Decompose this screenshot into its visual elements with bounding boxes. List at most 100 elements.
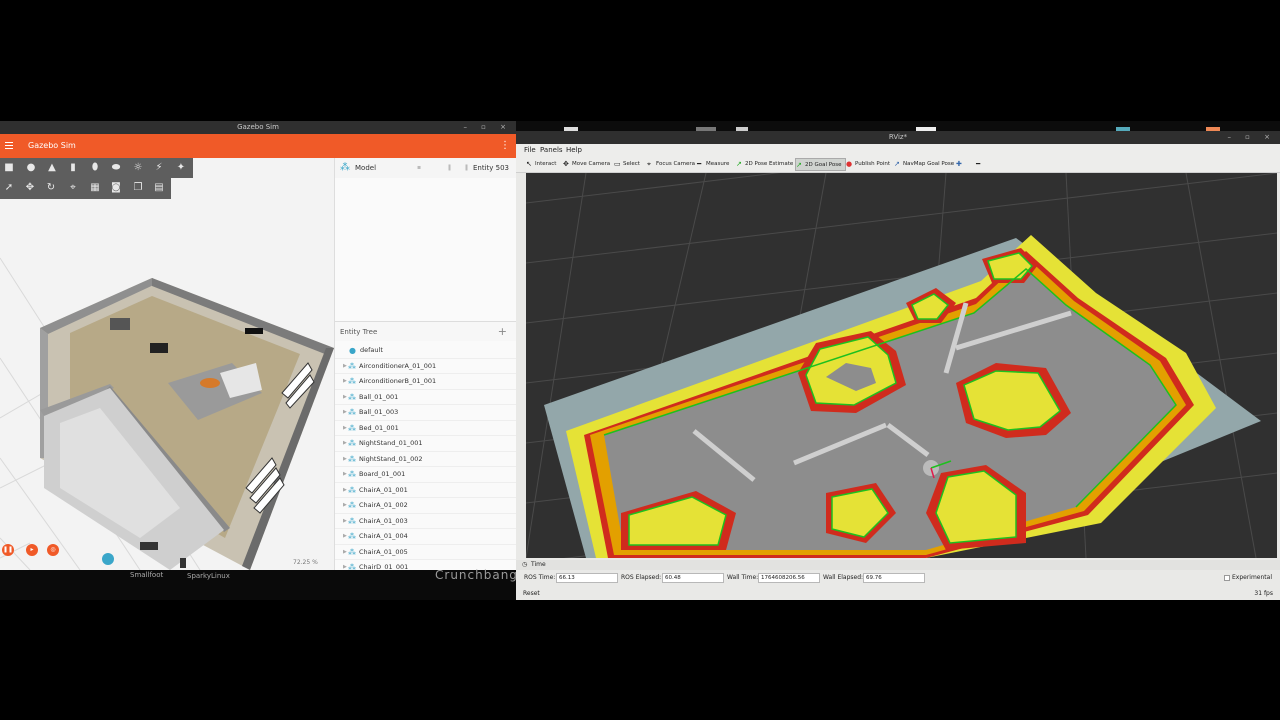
entity-tree-title: Entity Tree <box>340 328 378 336</box>
entity-tree: ● default ▶ ⁂ AirconditionerA_01_001 ▶ ⁂ Airc… <box>335 343 516 570</box>
tree-item[interactable]: ▶ ⁂ ChairA_01_005 <box>335 545 516 560</box>
translate-icon[interactable]: ✥ <box>24 182 36 194</box>
model-icon: ⁂ <box>340 162 350 173</box>
window-controls[interactable]: – ▫ × <box>463 121 512 134</box>
window-controls[interactable]: – ▫ × <box>1227 131 1276 144</box>
copy-icon[interactable]: ❐ <box>132 182 144 194</box>
publish-point-icon: ● <box>846 160 853 168</box>
experimental-toggle[interactable]: Experimental <box>1223 571 1272 585</box>
interact-icon: ↖ <box>526 160 532 168</box>
grid-icon[interactable]: ▦ <box>89 182 101 194</box>
desktop-label-left: Smallfoot <box>130 571 164 579</box>
rviz-toolbar: ↖ Interact ✥ Move Camera ▭ Select ⌖ Focus Ca… <box>516 156 1280 173</box>
screenshot-icon[interactable]: ◙ <box>110 182 122 194</box>
wall-time-field[interactable]: 1764608206.56 <box>758 573 820 583</box>
minus-icon: ━ <box>976 160 981 168</box>
model-icon: ⁂ <box>348 439 356 448</box>
experimental-checkbox[interactable] <box>1223 574 1230 581</box>
time-panel-fields: ROS Time: 66.13 ROS Elapsed: 60.48 Wall … <box>516 571 1280 585</box>
move-camera-icon: ✥ <box>563 160 569 168</box>
rviz-3d-view[interactable] <box>526 173 1277 558</box>
tree-item[interactable]: ▶ ⁂ AirconditionerB_01_001 <box>335 374 516 390</box>
tool-measure[interactable]: ━ Measure <box>697 158 729 171</box>
cylinder-icon[interactable]: ▮ <box>67 162 79 174</box>
zoom-level: 72.25 % <box>293 559 318 566</box>
tool-2d-goal-pose[interactable]: ↗ 2D Goal Pose <box>795 158 846 171</box>
box-icon[interactable]: ■ <box>3 162 15 174</box>
menu-help[interactable]: Help <box>566 144 582 156</box>
measure-icon: ━ <box>697 160 702 168</box>
tree-item[interactable]: ▶ ⁂ ChairA_01_004 <box>335 529 516 545</box>
model-icon: ⁂ <box>348 408 356 417</box>
tool-select[interactable]: ▭ Select <box>614 158 640 171</box>
paste-icon[interactable]: ▤ <box>153 182 165 194</box>
tree-item[interactable]: ▶ ⁂ AirconditionerA_01_001 <box>335 359 516 374</box>
rotate-icon[interactable]: ↻ <box>45 182 57 194</box>
model-icon: ⁂ <box>348 516 356 526</box>
play-options-button[interactable]: ◎ <box>47 544 59 556</box>
add-tool-button[interactable]: ✚ <box>956 158 965 171</box>
tree-item[interactable]: ▶ ⁂ ChairA_01_002 <box>335 498 516 514</box>
experimental-label: Experimental <box>1231 574 1272 581</box>
spotlight-icon[interactable]: ⚡ <box>153 162 165 174</box>
pointlight-icon[interactable]: ✦ <box>175 162 187 174</box>
model-icon: ⁂ <box>348 485 356 495</box>
tool-2d-pose-estimate[interactable]: ↗ 2D Pose Estimate <box>736 158 793 171</box>
tool-move-camera[interactable]: ✥ Move Camera <box>563 158 610 171</box>
tree-item[interactable]: ▶ ⁂ NightStand_01_002 <box>335 452 516 467</box>
tree-item-default[interactable]: ● default <box>335 343 516 359</box>
model-icon: ⁂ <box>348 532 356 541</box>
scene-render <box>0 158 334 570</box>
entity-id: Entity 503 <box>472 164 509 172</box>
ros-time-field[interactable]: 66.13 <box>556 573 618 583</box>
ros-time-label: ROS Time: <box>524 574 556 581</box>
hamburger-menu-icon[interactable] <box>5 142 13 149</box>
tool-interact[interactable]: ↖ Interact <box>526 158 556 171</box>
tool-focus-camera[interactable]: ⌖ Focus Camera <box>647 158 695 171</box>
model-label: Model <box>355 164 377 172</box>
rviz-window: RViz* – ▫ × File Panels Help ↖ Interact ✥… <box>516 131 1280 600</box>
remove-tool-button[interactable]: ━ <box>976 158 985 171</box>
select-icon[interactable]: ➚ <box>3 182 15 194</box>
costmap-render <box>526 173 1277 558</box>
model-icon: ⁂ <box>348 563 356 570</box>
snap-icon[interactable]: ⌖ <box>67 182 79 194</box>
tree-item[interactable]: ▶ ⁂ ChairA_01_003 <box>335 514 516 529</box>
menu-panels[interactable]: Panels <box>540 144 563 156</box>
gazebo-side-panel: ⁂ Model ▪ ❚❚ ⋮ Entity 503 Entity Tree + … <box>334 158 516 570</box>
tool-navmap-goal-pose[interactable]: ↗ NavMap Goal Pose <box>894 158 954 171</box>
tree-item[interactable]: ▶ ⁂ NightStand_01_001 <box>335 436 516 452</box>
tree-item[interactable]: ▶ ⁂ Bed_01_001 <box>335 421 516 436</box>
rviz-statusbar: Reset 31 fps <box>516 587 1280 600</box>
sphere-icon[interactable]: ● <box>25 162 37 174</box>
gazebo-3d-scene[interactable] <box>0 158 334 570</box>
sun-icon[interactable]: ☼ <box>132 162 144 174</box>
gazebo-window: Gazebo Sim – ▫ × Gazebo Sim ⋮ ■ ● ▲ ▮ ⬮ … <box>0 121 516 570</box>
ros-elapsed-field[interactable]: 60.48 <box>662 573 724 583</box>
add-entity-icon[interactable]: + <box>498 322 507 342</box>
gazebo-titlebar[interactable]: Gazebo Sim – ▫ × <box>0 121 516 134</box>
cone-icon[interactable]: ▲ <box>46 162 58 174</box>
tree-item[interactable]: ▶ ⁂ ChairA_01_001 <box>335 483 516 498</box>
overflow-menu-icon[interactable]: ⋮ <box>500 134 510 158</box>
ellipsoid-icon[interactable]: ⬬ <box>110 162 122 174</box>
model-icon: ⁂ <box>348 547 356 557</box>
gazebo-app-title: Gazebo Sim <box>28 141 76 150</box>
reset-button[interactable]: Reset <box>523 587 540 600</box>
desktop-label-mid: SparkyLinux <box>187 572 230 580</box>
pause-button[interactable]: ❚❚ <box>2 544 14 556</box>
pose-estimate-icon: ↗ <box>736 160 742 168</box>
capsule-icon[interactable]: ⬮ <box>89 162 101 174</box>
model-panel-header: ⁂ Model ▪ ❚❚ ⋮ Entity 503 <box>335 158 516 178</box>
tree-item[interactable]: ▶ ⁂ Board_01_001 <box>335 467 516 483</box>
step-button[interactable]: ▸ <box>26 544 38 556</box>
tree-item[interactable]: ▶ ⁂ Ball_01_003 <box>335 405 516 421</box>
wall-elapsed-field[interactable]: 69.76 <box>863 573 925 583</box>
rviz-titlebar[interactable]: RViz* – ▫ × <box>516 131 1280 144</box>
ros-elapsed-label: ROS Elapsed: <box>621 574 662 581</box>
entity-tree-header: Entity Tree + <box>335 321 516 341</box>
tool-publish-point[interactable]: ● Publish Point <box>846 158 890 171</box>
desktop-label-right: Crunchbang <box>435 568 518 582</box>
tree-item[interactable]: ▶ ⁂ Ball_01_001 <box>335 390 516 405</box>
menu-file[interactable]: File <box>524 144 536 156</box>
